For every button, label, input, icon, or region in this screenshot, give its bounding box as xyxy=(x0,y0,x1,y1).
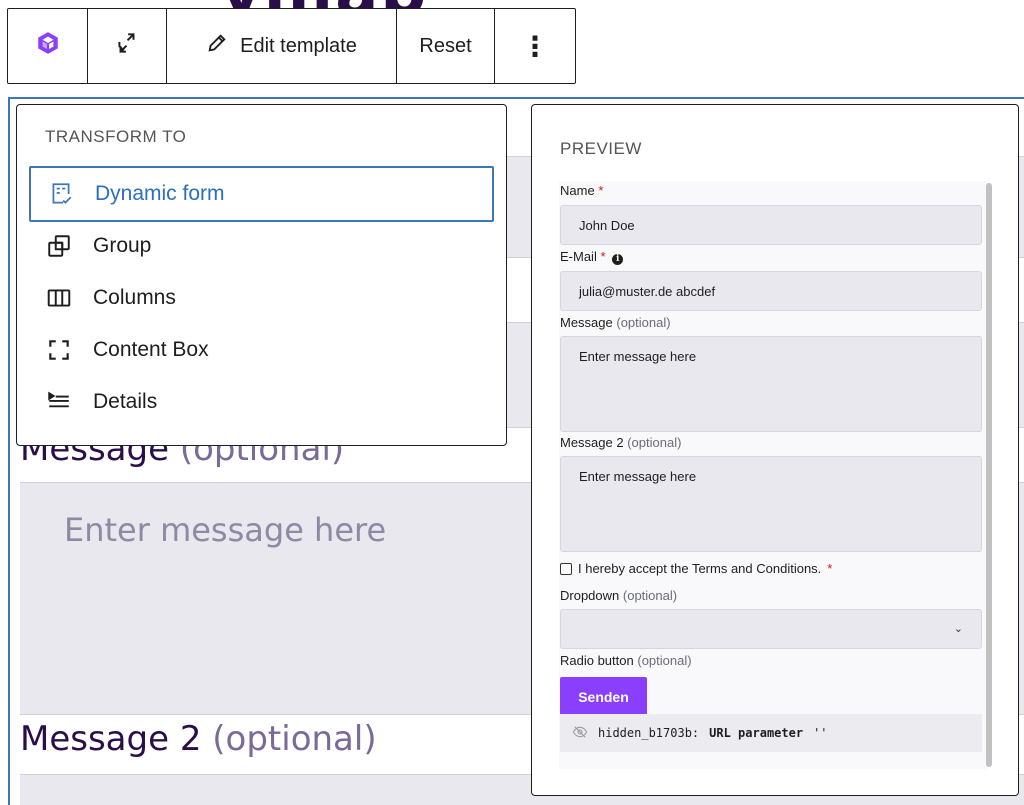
more-vertical-icon: ⋮ xyxy=(521,30,549,62)
chevron-down-icon: ⌄ xyxy=(953,623,963,635)
preview-scrollbar[interactable] xyxy=(986,183,992,767)
content-box-icon xyxy=(45,336,73,364)
transform-item-details[interactable]: Details xyxy=(29,376,494,428)
dropdown-select[interactable]: ⌄ xyxy=(560,609,982,649)
message-label: Message (optional) xyxy=(560,315,671,330)
message-placeholder: Enter message here xyxy=(64,511,387,549)
required-marker: * xyxy=(600,249,606,264)
transform-item-group[interactable]: Group xyxy=(29,220,494,272)
info-icon[interactable]: i xyxy=(612,253,624,265)
transform-item-label: Group xyxy=(93,234,152,257)
transform-item-columns[interactable]: Columns xyxy=(29,272,494,324)
terms-checkbox[interactable] xyxy=(560,562,572,575)
required-marker: * xyxy=(598,183,604,198)
message2-textarea[interactable]: Enter message here xyxy=(560,456,982,552)
name-input[interactable]: John Doe xyxy=(560,205,982,245)
radio-label-text: Radio button xyxy=(560,653,634,668)
transform-item-label: Columns xyxy=(93,286,176,309)
hidden-field-value: '' xyxy=(813,726,828,740)
pencil-icon xyxy=(206,32,228,60)
message2-label-text: Message 2 xyxy=(20,719,202,759)
hidden-field-row: hidden_b1703b: URL parameter '' xyxy=(560,714,982,752)
transform-arrows-icon xyxy=(114,30,140,62)
optional-marker: (optional) xyxy=(637,653,692,668)
email-label: E-Mail * i xyxy=(560,249,624,265)
message2-label: Message 2 (optional) xyxy=(560,435,681,450)
transform-item-content-box[interactable]: Content Box xyxy=(29,324,494,376)
optional-marker: (optional) xyxy=(616,315,671,330)
dropdown-label: Dropdown (optional) xyxy=(560,588,677,603)
email-label-text: E-Mail xyxy=(560,249,597,264)
edit-template-button[interactable]: Edit template xyxy=(167,9,397,83)
transform-menu-heading: TRANSFORM TO xyxy=(45,127,187,146)
dropdown-label-text: Dropdown xyxy=(560,588,620,603)
transform-item-label: Dynamic form xyxy=(95,182,225,205)
transform-item-label: Content Box xyxy=(93,338,209,361)
terms-row: I hereby accept the Terms and Conditions… xyxy=(560,561,832,576)
preview-panel: PREVIEW Name * John Doe E-Mail * i julia… xyxy=(531,104,1019,796)
radio-label: Radio button (optional) xyxy=(560,653,692,668)
transform-button[interactable] xyxy=(88,9,167,83)
required-marker: * xyxy=(827,561,833,576)
columns-icon xyxy=(45,284,73,312)
message2-optional: (optional) xyxy=(212,719,377,759)
hidden-field-name: hidden_b1703b: xyxy=(598,726,700,740)
transform-menu: TRANSFORM TO Dynamic form Group Columns … xyxy=(16,104,507,446)
transform-item-dynamic-form[interactable]: Dynamic form xyxy=(29,166,494,222)
edit-template-label: Edit template xyxy=(240,34,357,57)
hidden-field-text: URL parameter xyxy=(709,726,804,740)
message2-label-text: Message 2 xyxy=(560,435,624,450)
form-check-icon xyxy=(47,180,75,208)
name-label-text: Name xyxy=(560,183,595,198)
preview-form: Name * John Doe E-Mail * i julia@muster.… xyxy=(559,181,987,769)
cube-icon xyxy=(35,30,61,62)
optional-marker: (optional) xyxy=(627,435,682,450)
terms-label: I hereby accept the Terms and Conditions… xyxy=(578,561,822,576)
eye-off-icon xyxy=(572,724,588,743)
group-icon xyxy=(45,232,73,260)
block-type-button[interactable] xyxy=(8,9,88,83)
reset-button[interactable]: Reset xyxy=(397,9,495,83)
message-label-text: Message xyxy=(560,315,613,330)
email-input[interactable]: julia@muster.de abcdef xyxy=(560,271,982,311)
submit-button[interactable]: Senden xyxy=(560,677,647,717)
details-icon xyxy=(45,388,73,416)
optional-marker: (optional) xyxy=(622,588,678,603)
message-textarea[interactable]: Enter message here xyxy=(560,336,982,432)
name-label: Name * xyxy=(560,183,603,198)
message2-label: Message 2 (optional) xyxy=(20,719,377,759)
more-options-button[interactable]: ⋮ xyxy=(495,9,575,83)
block-toolbar: Edit template Reset ⋮ xyxy=(7,8,576,84)
preview-heading: PREVIEW xyxy=(560,139,642,158)
transform-item-label: Details xyxy=(93,390,158,413)
